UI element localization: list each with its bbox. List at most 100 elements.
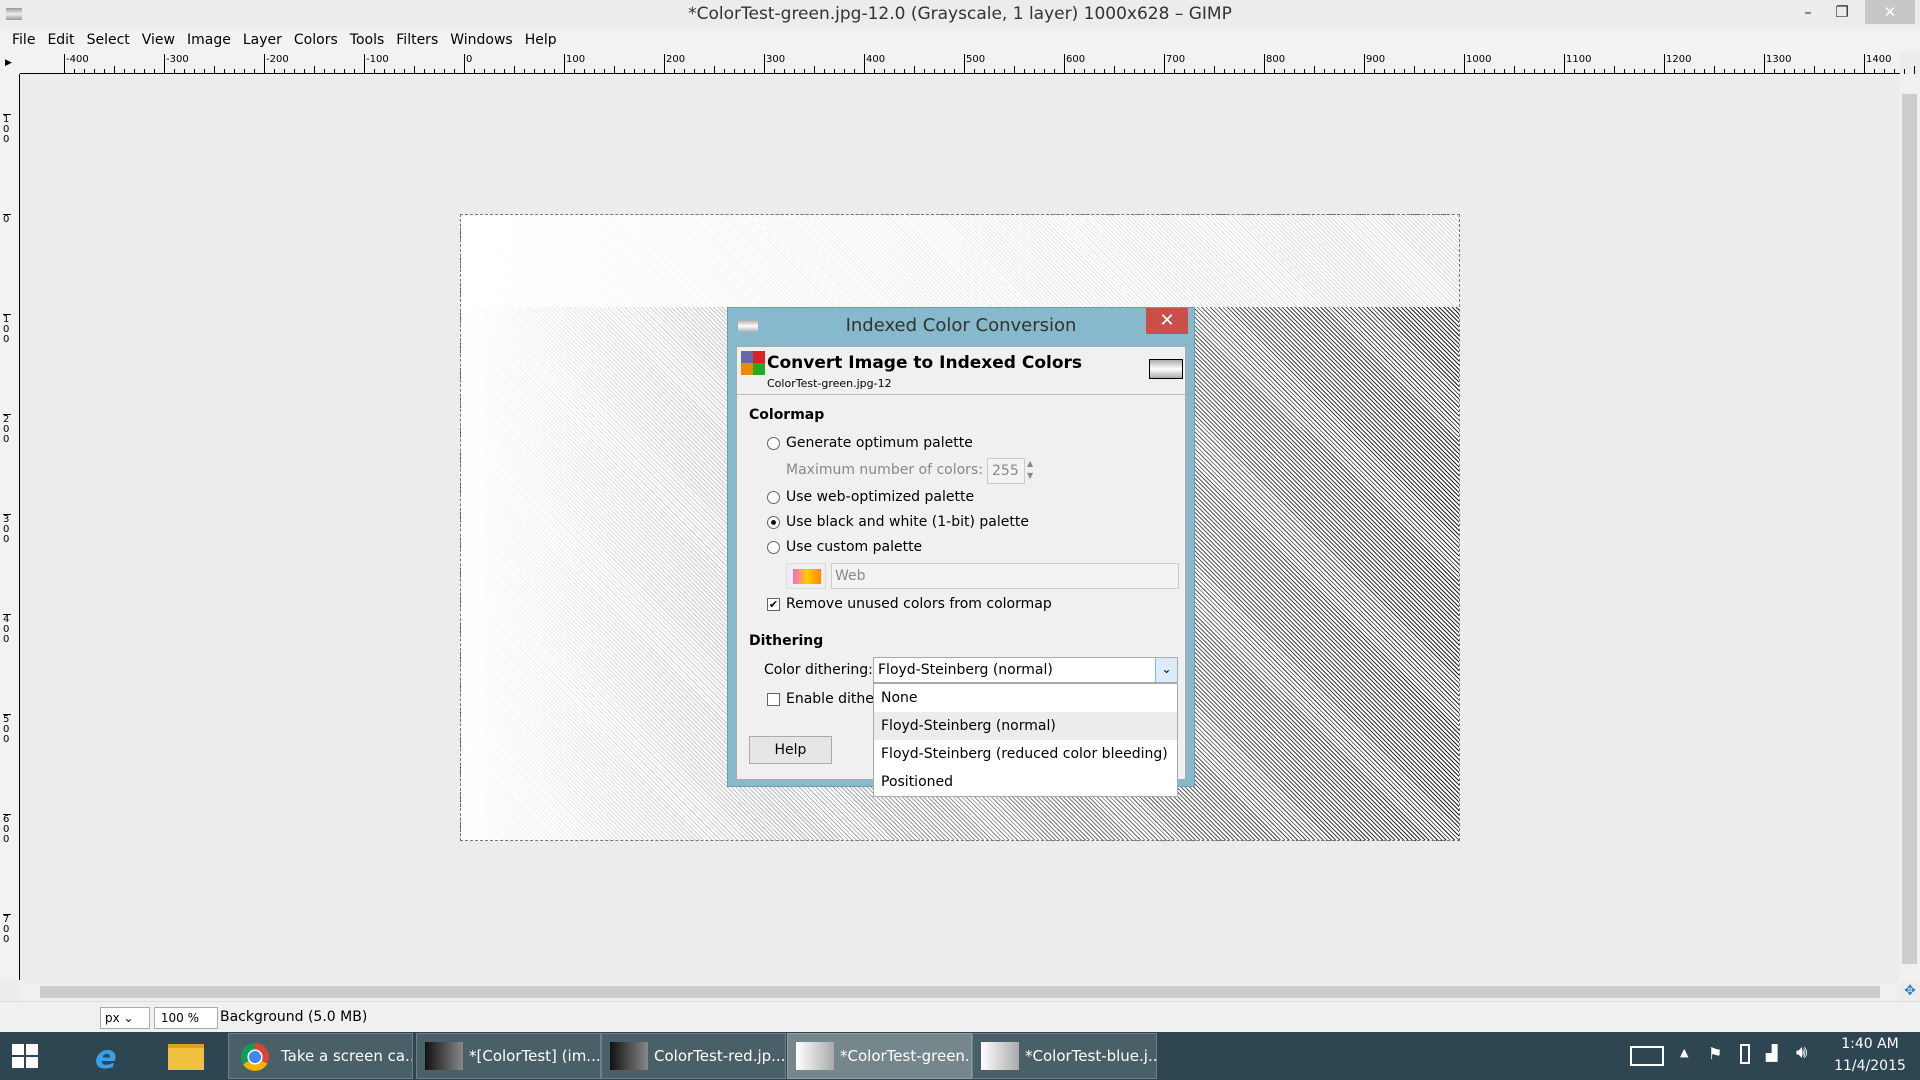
ruler-label: 100 bbox=[3, 314, 11, 345]
show-hidden-icons-icon[interactable]: ▲ bbox=[1680, 1046, 1688, 1059]
ruler-label: 0 bbox=[3, 214, 11, 225]
enable-dither-label[interactable]: Enable dither bbox=[786, 691, 880, 707]
spinner-arrows-icon[interactable]: ▲ ▼ bbox=[1027, 458, 1033, 482]
maximize-button[interactable]: ❐ bbox=[1822, 0, 1862, 24]
menu-tools[interactable]: Tools bbox=[344, 28, 391, 52]
radio-black-white[interactable] bbox=[767, 516, 780, 529]
custom-palette-label[interactable]: Use custom palette bbox=[786, 539, 922, 555]
battery-icon[interactable] bbox=[1740, 1044, 1750, 1064]
taskbar: e Take a screen ca... *[ColorTest] (im..… bbox=[0, 1032, 1920, 1080]
menu-colors[interactable]: Colors bbox=[288, 28, 344, 52]
ruler-label: 500 bbox=[3, 714, 11, 745]
image-thumb-icon bbox=[610, 1042, 648, 1070]
menu-edit[interactable]: Edit bbox=[41, 28, 80, 52]
black-white-label[interactable]: Use black and white (1-bit) palette bbox=[786, 514, 1029, 530]
keyboard-icon[interactable] bbox=[1630, 1046, 1664, 1066]
dialog-subheading: ColorTest-green.jpg-12 bbox=[767, 377, 892, 390]
ruler-label: 600 bbox=[3, 814, 11, 845]
option-floyd-reduced[interactable]: Floyd-Steinberg (reduced color bleeding) bbox=[874, 740, 1177, 768]
custom-palette-value: Web bbox=[835, 568, 866, 584]
task-colortest-blue[interactable]: *ColorTest-blue.j... bbox=[972, 1033, 1157, 1079]
file-explorer-icon[interactable] bbox=[168, 1044, 204, 1070]
menu-layer[interactable]: Layer bbox=[237, 28, 288, 52]
remove-unused-checkbox[interactable]: ✔ bbox=[767, 598, 780, 611]
close-button[interactable]: ✕ bbox=[1865, 0, 1915, 24]
clock-time[interactable]: 1:40 AM bbox=[1830, 1036, 1910, 1052]
navigate-icon[interactable]: ✥ bbox=[1900, 983, 1920, 1001]
radio-generate-optimum[interactable] bbox=[767, 437, 780, 450]
ruler-label: 400 bbox=[3, 614, 11, 645]
ruler-label: 200 bbox=[3, 414, 11, 445]
zoom-value: 100 % bbox=[160, 1011, 199, 1025]
image-thumb-icon bbox=[981, 1042, 1019, 1070]
help-button-label: Help bbox=[774, 742, 807, 758]
palette-select-button[interactable] bbox=[786, 563, 826, 589]
option-none[interactable]: None bbox=[874, 684, 1177, 712]
dialog-title: Indexed Color Conversion bbox=[845, 315, 1077, 336]
unit-select[interactable]: px ⌄ bbox=[100, 1007, 150, 1029]
image-thumb-icon bbox=[796, 1042, 834, 1070]
network-icon[interactable]: ▟ bbox=[1766, 1044, 1778, 1062]
indexed-colors-icon bbox=[741, 351, 765, 375]
image-thumb-icon bbox=[425, 1042, 463, 1070]
gimp-app-icon[interactable] bbox=[6, 8, 22, 20]
task-label: *[ColorTest] (im... bbox=[469, 1047, 601, 1065]
vertical-ruler[interactable]: 100 0 100 200 300 400 500 600 700 bbox=[0, 74, 20, 980]
radio-custom-palette[interactable] bbox=[767, 541, 780, 554]
layer-status: Background (5.0 MB) bbox=[220, 1009, 368, 1025]
color-dithering-select[interactable]: Floyd-Steinberg (normal) ⌄ bbox=[873, 657, 1178, 683]
windows-start-icon[interactable] bbox=[12, 1044, 38, 1068]
status-bar: px ⌄ 100 % Background (5.0 MB) bbox=[0, 1001, 1920, 1032]
horizontal-scrollbar[interactable] bbox=[20, 983, 1899, 1001]
internet-explorer-icon[interactable]: e bbox=[95, 1038, 117, 1076]
ruler-label: 700 bbox=[3, 914, 11, 945]
dithering-dropdown-list: None Floyd-Steinberg (normal) Floyd-Stei… bbox=[873, 683, 1178, 797]
window-titlebar: *ColorTest-green.jpg-12.0 (Grayscale, 1 … bbox=[0, 0, 1920, 28]
task-colortest-green[interactable]: *ColorTest-green... bbox=[787, 1033, 972, 1079]
task-label: ColorTest-red.jp... bbox=[654, 1047, 786, 1065]
menu-help[interactable]: Help bbox=[519, 28, 563, 52]
play-icon: ▶ bbox=[5, 58, 12, 68]
chrome-icon bbox=[241, 1043, 269, 1071]
remove-unused-label[interactable]: Remove unused colors from colormap bbox=[786, 596, 1052, 612]
task-colortest-red[interactable]: ColorTest-red.jp... bbox=[601, 1033, 786, 1079]
custom-palette-field[interactable]: Web bbox=[831, 563, 1179, 589]
ruler-label: 300 bbox=[3, 514, 11, 545]
ruler-label: 1200 bbox=[1664, 54, 1691, 74]
task-label: *ColorTest-blue.j... bbox=[1025, 1047, 1157, 1065]
vertical-scrollbar[interactable] bbox=[1899, 74, 1920, 983]
chevron-down-icon[interactable]: ⌄ bbox=[1155, 658, 1177, 682]
ruler-label: 1400 bbox=[1864, 54, 1891, 74]
task-chrome[interactable]: Take a screen ca... bbox=[228, 1033, 413, 1079]
volume-icon[interactable]: 🔊︎ bbox=[1796, 1042, 1807, 1063]
colormap-section-label: Colormap bbox=[749, 407, 825, 423]
window-title: *ColorTest-green.jpg-12.0 (Grayscale, 1 … bbox=[688, 4, 1232, 24]
option-floyd-normal[interactable]: Floyd-Steinberg (normal) bbox=[874, 712, 1177, 740]
max-colors-spinner[interactable]: 255 bbox=[987, 458, 1025, 484]
help-button[interactable]: Help bbox=[749, 736, 832, 764]
clock-date[interactable]: 11/4/2015 bbox=[1830, 1058, 1910, 1074]
horizontal-ruler[interactable]: -400 -300 -200 -100 0 100 200 300 400 500 600 700 80… bbox=[20, 52, 1915, 74]
ruler-label: 0 bbox=[464, 54, 472, 74]
menu-view[interactable]: View bbox=[136, 28, 181, 52]
menu-windows[interactable]: Windows bbox=[444, 28, 519, 52]
task-colortest[interactable]: *[ColorTest] (im... bbox=[416, 1033, 601, 1079]
menu-select[interactable]: Select bbox=[81, 28, 136, 52]
web-optimized-label[interactable]: Use web-optimized palette bbox=[786, 489, 974, 505]
generate-optimum-label[interactable]: Generate optimum palette bbox=[786, 435, 973, 451]
zoom-select[interactable]: 100 % bbox=[154, 1007, 218, 1029]
task-label: *ColorTest-green... bbox=[840, 1047, 972, 1065]
dialog-close-button[interactable]: ✕ bbox=[1146, 308, 1188, 334]
dialog-header: Convert Image to Indexed Colors ColorTes… bbox=[737, 347, 1185, 395]
flag-icon[interactable]: ⚑ bbox=[1708, 1044, 1722, 1063]
ruler-label: 1000 bbox=[1464, 54, 1491, 74]
menu-image[interactable]: Image bbox=[181, 28, 237, 52]
enable-dither-checkbox[interactable] bbox=[767, 693, 780, 706]
menu-filters[interactable]: Filters bbox=[390, 28, 444, 52]
quick-mask-toggle[interactable]: ▶ bbox=[0, 52, 20, 74]
dithering-section-label: Dithering bbox=[749, 633, 824, 649]
option-positioned[interactable]: Positioned bbox=[874, 768, 1177, 796]
radio-web-optimized[interactable] bbox=[767, 491, 780, 504]
dialog-heading: Convert Image to Indexed Colors bbox=[767, 353, 1083, 373]
menu-file[interactable]: File bbox=[6, 28, 41, 52]
